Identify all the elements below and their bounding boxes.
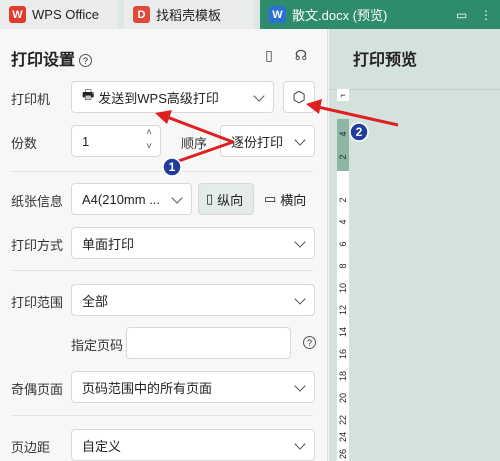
docer-logo-icon: D (133, 6, 150, 23)
wps-logo-icon: W (9, 6, 26, 23)
ruler-number: 24 (338, 432, 348, 443)
printer-label: 打印机 (11, 92, 51, 107)
word-doc-icon: W (269, 6, 286, 23)
gear-icon: ⬡ (292, 89, 306, 106)
ruler-number: 2 (338, 197, 348, 203)
ruler-number: 12 (338, 305, 348, 316)
printer-icon: 🖶 (82, 87, 95, 102)
ruler-number: 14 (338, 327, 348, 338)
paper-value: A4(210mm ... (82, 191, 161, 207)
ruler-number: 20 (338, 393, 348, 404)
more-icon[interactable]: ⋮ (480, 8, 492, 22)
stepper-up-icon[interactable]: ˄ (146, 127, 152, 138)
ruler-number: 26 (338, 449, 348, 460)
landscape-button[interactable]: ▭ 横向 (257, 183, 315, 215)
chevron-down-icon (294, 134, 306, 146)
printer-settings-button[interactable]: ⬡ (283, 81, 315, 113)
paper-select[interactable]: A4(210mm ... (71, 183, 192, 215)
print-mode-value: 单面打印 (82, 236, 135, 252)
chevron-down-icon (294, 293, 306, 305)
print-mode-label: 打印方式 (11, 238, 64, 253)
printer-select[interactable]: 🖶 发送到WPS高级打印 (71, 81, 274, 113)
print-settings-panel: 打印设置? ▯ ☊ 打印机 🖶 发送到WPS高级打印 ⬡ 份数 1 ˄ ˅ 顺序… (0, 29, 328, 461)
divider (11, 270, 313, 271)
ruler-number: 10 (338, 283, 348, 294)
margin-value: 自定义 (82, 438, 122, 454)
copies-value: 1 (82, 133, 90, 149)
portrait-icon: ▯ (206, 191, 214, 206)
odd-even-value: 页码范围中的所有页面 (82, 380, 213, 396)
help-icon[interactable]: ? (303, 336, 316, 349)
print-range-select[interactable]: 全部 (71, 284, 315, 316)
ruler-number: 4 (338, 131, 348, 137)
ruler-corner: ⌐ (337, 89, 349, 101)
landscape-icon: ▭ (264, 191, 277, 206)
print-preview-panel: 打印预览 ⌐ 4 2 2 4 6 8 10 12 14 16 18 20 22 … (329, 29, 500, 461)
margin-select[interactable]: 自定义 (71, 429, 315, 461)
ruler-number: 6 (338, 241, 348, 247)
tab-bar: W WPS Office D 找稻壳模板 W 散文.docx (预览) ▭ ⋮ (0, 0, 500, 29)
order-value: 逐份打印 (231, 134, 284, 150)
chevron-down-icon (253, 90, 265, 102)
copies-label: 份数 (11, 136, 38, 151)
panel-title: 打印设置? (11, 46, 93, 70)
ruler-margin (337, 119, 349, 171)
tab-label: WPS Office (32, 7, 99, 22)
ruler-number: 22 (338, 415, 348, 426)
tab-label: 找稻壳模板 (156, 8, 222, 23)
tab-label: 散文.docx (预览) (292, 8, 388, 23)
printer-value: 发送到WPS高级打印 (98, 90, 219, 106)
divider (11, 171, 313, 172)
order-select[interactable]: 逐份打印 (220, 125, 315, 157)
portrait-button[interactable]: ▯ 纵向 (198, 183, 254, 215)
ruler-number: 8 (338, 263, 348, 269)
divider (11, 415, 313, 416)
divider (329, 89, 500, 90)
help-icon[interactable]: ? (79, 54, 93, 68)
page-number-label: 指定页码 (71, 338, 124, 353)
landscape-label: 横向 (280, 192, 307, 208)
chevron-down-icon (294, 380, 306, 392)
margin-label: 页边距 (11, 440, 51, 455)
tab-wps-office[interactable]: W WPS Office (0, 0, 118, 29)
chevron-down-icon (294, 236, 306, 248)
odd-even-select[interactable]: 页码范围中的所有页面 (71, 371, 315, 403)
tab-docer-templates[interactable]: D 找稻壳模板 (124, 0, 254, 29)
layout-toggle-icon[interactable]: ▯ (260, 47, 278, 65)
ruler-number: 4 (338, 219, 348, 225)
odd-even-label: 奇偶页面 (11, 382, 64, 397)
copies-stepper[interactable]: 1 ˄ ˅ (71, 125, 161, 157)
tab-document-preview[interactable]: W 散文.docx (预览) ▭ ⋮ (260, 0, 500, 29)
order-label: 顺序 (181, 136, 208, 151)
paper-label: 纸张信息 (11, 194, 64, 209)
ruler-number: 18 (338, 371, 348, 382)
chevron-down-icon (294, 438, 306, 450)
print-range-label: 打印范围 (11, 295, 64, 310)
page-number-input[interactable] (126, 327, 291, 359)
print-range-value: 全部 (82, 293, 109, 309)
headset-icon[interactable]: ☊ (292, 47, 310, 65)
chevron-down-icon (171, 192, 183, 204)
stepper-down-icon[interactable]: ˅ (146, 141, 152, 152)
monitor-icon[interactable]: ▭ (456, 8, 467, 22)
vertical-ruler: 4 2 2 4 6 8 10 12 14 16 18 20 22 24 26 (337, 119, 349, 461)
portrait-label: 纵向 (217, 192, 244, 208)
ruler-number: 16 (338, 349, 348, 360)
preview-title: 打印预览 (353, 52, 418, 69)
print-mode-select[interactable]: 单面打印 (71, 227, 315, 259)
ruler-number: 2 (338, 154, 348, 160)
